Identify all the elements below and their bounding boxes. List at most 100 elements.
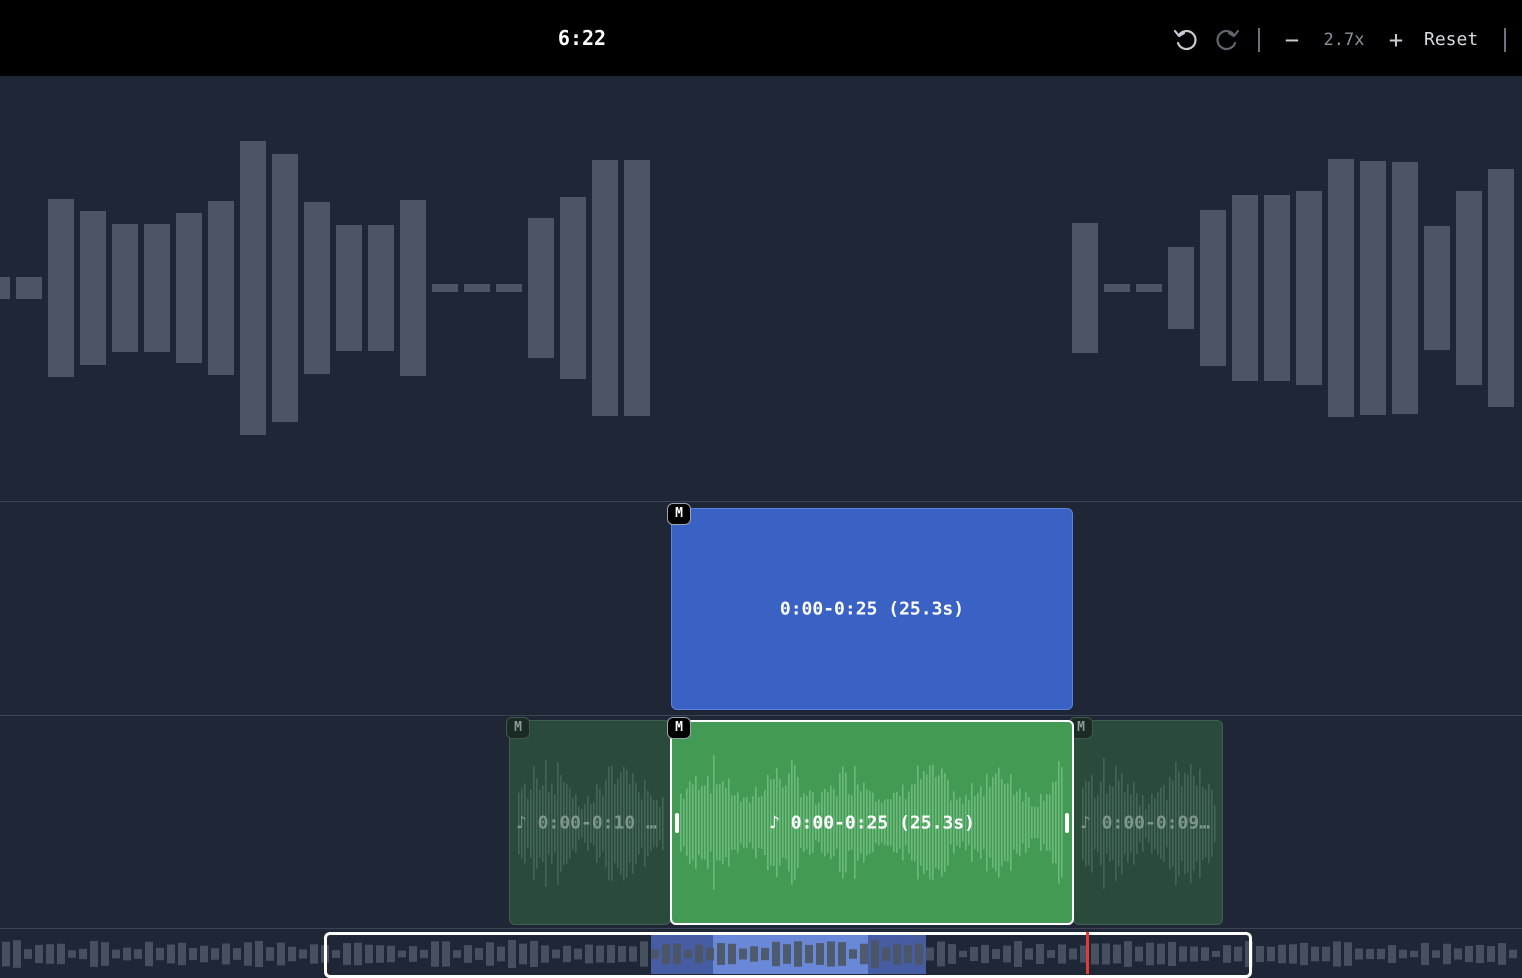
waveform-bar [1399, 949, 1407, 959]
zoom-in-button[interactable]: + [1383, 26, 1409, 54]
waveform-bar [304, 202, 330, 374]
waveform-bar [1443, 943, 1451, 965]
waveform-bar [48, 199, 74, 377]
waveform-bar [1432, 950, 1440, 958]
waveform-bar [68, 950, 76, 958]
track-divider [0, 928, 1522, 929]
video-clip-label: 0:00-0:25 (25.3s) [779, 598, 965, 620]
waveform-bar [1456, 191, 1482, 385]
toolbar-divider [1504, 28, 1506, 52]
waveform-bar [101, 942, 109, 966]
video-clip[interactable]: 0:00-0:25 (25.3s) [671, 508, 1073, 710]
waveform-bar [112, 949, 120, 959]
current-time: 6:22 [557, 26, 607, 50]
waveform-bar [1311, 946, 1319, 962]
waveform-bar [1300, 942, 1308, 966]
redo-icon[interactable] [1214, 27, 1240, 53]
waveform-bar [80, 211, 106, 365]
waveform-bar [1410, 950, 1418, 958]
waveform-bar [46, 944, 54, 964]
audio-clip-selected[interactable]: ♪ 0:00-0:25 (25.3s) [670, 720, 1074, 925]
waveform-bar [1267, 946, 1275, 962]
waveform-bar [134, 949, 142, 959]
waveform-bar [1509, 949, 1517, 959]
waveform-bar [1211, 790, 1213, 857]
waveform-bar [16, 277, 42, 299]
waveform-bar [1366, 948, 1374, 960]
waveform-bar [1256, 945, 1264, 963]
waveform-bar [266, 947, 274, 961]
waveform-bar [1296, 191, 1322, 385]
waveform-bar [368, 225, 394, 351]
waveform-bar [662, 796, 664, 851]
waveform-bar [288, 946, 296, 962]
waveform-bar [336, 225, 362, 351]
waveform-bar [233, 948, 241, 960]
zoom-out-button[interactable]: − [1279, 26, 1305, 54]
waveform-bar [1322, 946, 1330, 962]
waveform-bar [145, 941, 153, 967]
waveform-bar [1355, 948, 1363, 960]
waveform-bar [79, 948, 87, 960]
zoom-level: 2.7x [1323, 30, 1365, 50]
audio-clip-label: ♪ 0:00-0:09… [1080, 812, 1211, 833]
minimap-viewport[interactable] [324, 932, 1252, 978]
waveform-bar [1072, 223, 1098, 353]
waveform-bar [1278, 944, 1286, 964]
waveform-bar [90, 941, 98, 967]
waveform-bar [1360, 161, 1386, 415]
waveform-bar [1200, 210, 1226, 366]
track-divider [0, 501, 1522, 502]
waveform-bar [277, 942, 285, 966]
playhead[interactable] [1086, 932, 1089, 974]
waveform-bar [167, 944, 175, 964]
waveform-bar [1498, 943, 1506, 965]
waveform-bar [208, 201, 234, 375]
waveform-bar [400, 200, 426, 376]
toolbar-divider [1258, 28, 1260, 52]
waveform-bar [464, 284, 490, 292]
waveform-bar [222, 943, 230, 965]
waveform-bar [1333, 941, 1341, 967]
waveform-bar [123, 947, 131, 961]
waveform-bar [1344, 942, 1352, 966]
waveform-bar [1232, 195, 1258, 381]
waveform-bar [659, 806, 661, 841]
waveform-bars [0, 141, 1514, 435]
waveform-bar [1104, 284, 1130, 292]
waveform-bar [592, 160, 618, 416]
mute-badge[interactable]: M [667, 503, 691, 525]
waveform-bar [1377, 948, 1385, 960]
audio-clip-label: ♪ 0:00-0:10 … [516, 812, 657, 833]
waveform-bar [13, 940, 21, 968]
waveform-bar [112, 224, 138, 352]
waveform-bar [310, 944, 318, 964]
track-divider [0, 715, 1522, 716]
audio-clip-right[interactable]: ♪ 0:00-0:09… [1073, 720, 1223, 925]
waveform-bar [57, 943, 65, 965]
waveform-bar [1465, 945, 1473, 963]
waveform-bar [1454, 948, 1462, 960]
waveform-bar [528, 218, 554, 358]
waveform-bar [244, 942, 252, 966]
reset-button[interactable]: Reset [1424, 29, 1478, 50]
waveform-bar [624, 160, 650, 416]
waveform-bar [0, 277, 10, 299]
waveform-bar [1421, 942, 1429, 966]
waveform-bar [240, 141, 266, 435]
mute-badge[interactable]: M [667, 717, 691, 739]
waveform-bar [560, 197, 586, 379]
waveform-bar [1424, 226, 1450, 350]
undo-icon[interactable] [1173, 27, 1199, 53]
audio-clip-left[interactable]: ♪ 0:00-0:10 … [509, 720, 671, 925]
waveform-overview[interactable] [0, 76, 1522, 501]
waveform-bar [1289, 944, 1297, 964]
waveform-bar [1328, 159, 1354, 417]
mute-badge[interactable]: M [506, 717, 530, 739]
waveform-bar [35, 944, 43, 964]
waveform-bar [1487, 946, 1495, 962]
waveform-bar [1168, 247, 1194, 329]
waveform-bar [189, 947, 197, 961]
waveform-bar [255, 941, 263, 967]
waveform-bar [1136, 284, 1162, 292]
